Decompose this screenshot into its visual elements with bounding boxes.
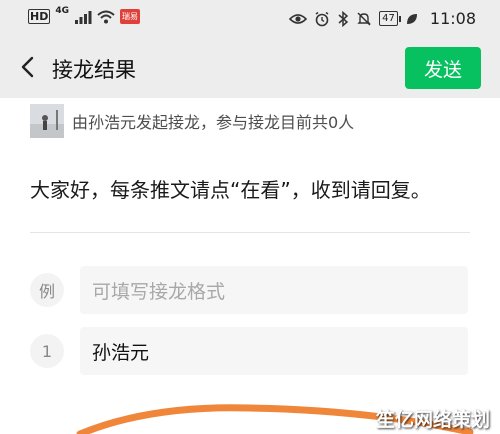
back-chevron-icon[interactable]	[14, 52, 42, 82]
message-text: 大家好，每条推文请点“在看”，收到请回复。	[30, 178, 431, 202]
mute-bell-icon	[357, 11, 371, 26]
initiator-text: 由孙浩元发起接龙，参与接龙目前共0人	[72, 113, 355, 132]
bluetooth-icon	[338, 10, 349, 27]
hd-indicator: HD	[28, 9, 51, 24]
page-title: 接龙结果	[52, 58, 136, 82]
battery-indicator: 47	[379, 11, 401, 26]
signal-icon	[75, 10, 92, 24]
eye-icon	[289, 13, 308, 24]
initiator-row: 由孙浩元发起接龙，参与接龙目前共0人	[30, 104, 354, 138]
status-bar: HD 4G 瑞易 47 11:08	[0, 0, 500, 38]
notification-app-badge: 瑞易	[120, 9, 140, 24]
send-button[interactable]: 发送	[405, 47, 481, 89]
leaf-icon	[406, 13, 417, 24]
clock: 11:08	[429, 9, 476, 28]
status-left: HD 4G 瑞易	[28, 5, 140, 24]
network-type: 4G	[55, 5, 69, 16]
watermark: 笙亿网络策划	[375, 409, 490, 431]
avatar	[30, 104, 64, 138]
status-right: 47 11:08	[289, 9, 476, 28]
avatar-image-icon	[30, 104, 64, 138]
divider	[30, 232, 470, 233]
wifi-icon	[97, 10, 115, 23]
alarm-icon	[315, 11, 329, 26]
